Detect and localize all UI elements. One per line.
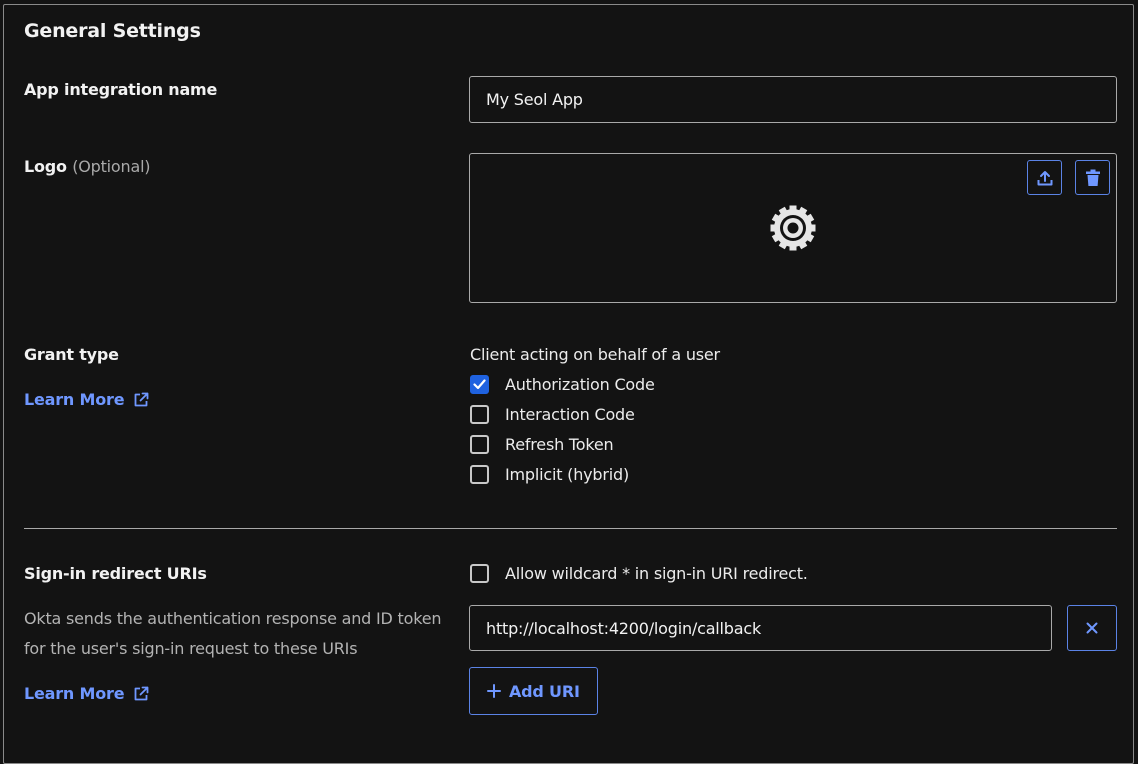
remove-uri-button[interactable] — [1067, 605, 1117, 651]
add-uri-button[interactable]: Add URI — [469, 667, 598, 715]
add-uri-label: Add URI — [509, 681, 580, 701]
redirect-learn-more-link[interactable]: Learn More — [24, 684, 149, 703]
redirect-uris-label: Sign-in redirect URIs — [24, 564, 207, 583]
redirect-uri-input[interactable] — [469, 605, 1052, 651]
external-link-icon — [134, 686, 149, 700]
grant-option-label: Interaction Code — [505, 405, 635, 424]
grant-option-interaction-code[interactable]: Interaction Code — [470, 405, 635, 424]
wildcard-label: Allow wildcard * in sign-in URI redirect… — [505, 564, 808, 583]
checkmark-icon — [473, 379, 486, 390]
grant-option-label: Authorization Code — [505, 375, 655, 394]
logo-label: Logo (Optional) — [24, 157, 151, 176]
trash-icon — [1085, 169, 1100, 186]
upload-logo-button[interactable] — [1027, 160, 1062, 195]
grant-option-label: Refresh Token — [505, 435, 614, 454]
checkbox[interactable] — [470, 405, 489, 424]
allow-wildcard-option[interactable]: Allow wildcard * in sign-in URI redirect… — [470, 564, 808, 583]
external-link-icon — [134, 392, 149, 406]
redirect-uris-description: Okta sends the authentication response a… — [24, 609, 442, 658]
app-name-input[interactable] — [469, 76, 1117, 123]
app-name-label: App integration name — [24, 80, 218, 99]
grant-type-label: Grant type — [24, 345, 119, 364]
checkbox[interactable] — [470, 465, 489, 484]
grant-option-label: Implicit (hybrid) — [505, 465, 629, 484]
grant-option-implicit-hybrid[interactable]: Implicit (hybrid) — [470, 465, 629, 484]
grant-type-subheading: Client acting on behalf of a user — [470, 345, 720, 364]
section-divider — [24, 528, 1117, 529]
plus-icon — [487, 684, 501, 698]
wildcard-checkbox[interactable] — [470, 564, 489, 583]
checkbox-checked[interactable] — [470, 375, 489, 394]
grant-type-learn-more-text: Learn More — [24, 390, 125, 409]
upload-icon — [1037, 170, 1052, 185]
app-logo-gear-icon — [770, 205, 816, 251]
logo-label-text: Logo — [24, 157, 67, 176]
close-icon — [1086, 622, 1098, 634]
checkbox[interactable] — [470, 435, 489, 454]
grant-option-authorization-code[interactable]: Authorization Code — [470, 375, 655, 394]
logo-optional-text: (Optional) — [72, 157, 151, 176]
delete-logo-button[interactable] — [1075, 160, 1110, 195]
grant-type-learn-more-link[interactable]: Learn More — [24, 390, 149, 409]
section-title: General Settings — [24, 20, 201, 42]
redirect-learn-more-text: Learn More — [24, 684, 125, 703]
grant-option-refresh-token[interactable]: Refresh Token — [470, 435, 614, 454]
